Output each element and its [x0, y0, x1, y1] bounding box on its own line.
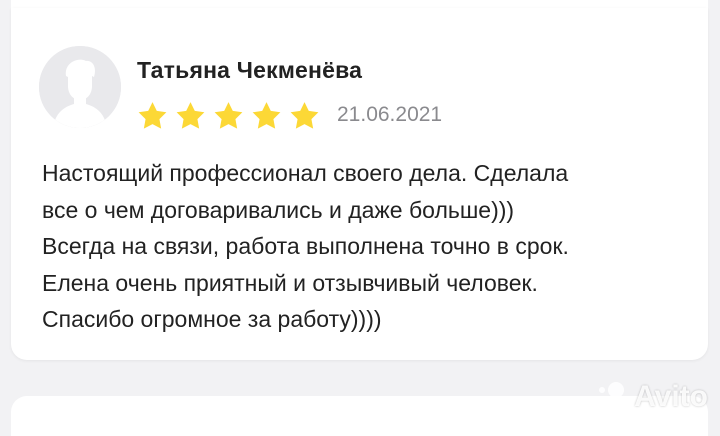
- star-icon: [252, 102, 281, 129]
- star-icon: [176, 102, 205, 129]
- author-name[interactable]: Татьяна Чекменёва: [137, 57, 362, 84]
- star-icon: [138, 102, 167, 129]
- star-icon: [290, 102, 319, 129]
- review-text-line: Настоящий профессионал своего дела. Сдел…: [42, 160, 569, 186]
- review-text-line: Спасибо огромное за работу)))): [42, 306, 382, 332]
- avito-brand-text: Avito: [634, 380, 708, 413]
- review-text: Настоящий профессионал своего дела. Сдел…: [42, 155, 692, 338]
- review-text-line: Всегда на связи, работа выполнена точно …: [42, 233, 569, 259]
- avatar[interactable]: [39, 46, 121, 128]
- review-date: 21.06.2021: [337, 103, 443, 126]
- review-card: Татьяна Чекменёва 21.06.2021 Настоящий п…: [11, 8, 708, 360]
- avito-watermark: Avito: [594, 380, 708, 414]
- avatar-placeholder-icon: [39, 46, 121, 128]
- review-text-line: Елена очень приятный и отзывчивый челове…: [42, 269, 538, 296]
- rating-stars: [136, 100, 321, 132]
- star-icon: [214, 102, 243, 129]
- avito-logo-icon: [597, 382, 625, 411]
- review-text-line: все о чем договаривались и даже больше))…: [42, 196, 515, 223]
